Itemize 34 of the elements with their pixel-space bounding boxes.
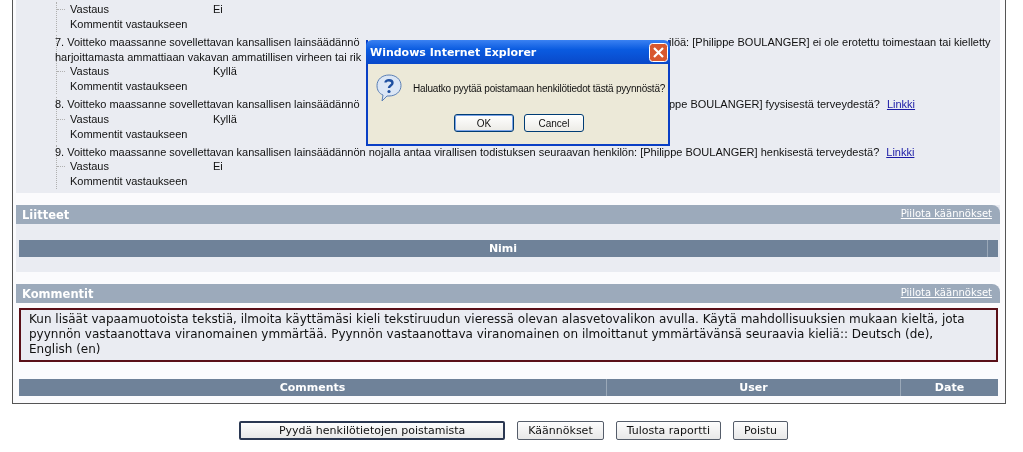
- column-header[interactable]: User: [607, 379, 901, 396]
- question-text: ppe BOULANGER] fyysisestä terveydestä?: [669, 97, 880, 112]
- column-header[interactable]: Comments: [19, 379, 607, 396]
- question-text: ilöä: [Philippe BOULANGER] ei ole erotettu toimestaan tai kielletty: [669, 35, 991, 50]
- action-button[interactable]: Poistu: [733, 421, 789, 440]
- dialog-message: Haluatko pyytää poistamaan henkilötiedot tästä pyynnöstä?: [413, 82, 666, 94]
- answer-label: Vastaus: [70, 111, 110, 127]
- question-text: 7. Voitteko maassanne sovellettavan kansallisen lainsäädännö: [55, 36, 360, 48]
- question-icon: [376, 74, 402, 102]
- comment-label: Kommentit vastaukseen: [70, 126, 188, 142]
- answer-value: Ei: [213, 159, 223, 174]
- question-link[interactable]: Linkki: [886, 97, 916, 112]
- comment-label: Kommentit vastaukseen: [70, 174, 188, 189]
- answer-label: Vastaus: [70, 2, 110, 17]
- answer-value: Kyllä: [213, 111, 237, 127]
- question-text: 9. Voitteko maassanne sovellettavan kansallisen lainsäädännön nojalla antaa virallisen todistuksen seuraavan henkilön: [Philippe BOULANGER] henkisestä terveydestä?: [55, 144, 880, 159]
- comment-label: Kommentit vastaukseen: [70, 17, 188, 32]
- question-link[interactable]: Linkki: [886, 144, 915, 159]
- action-button[interactable]: Tulosta raportti: [615, 421, 721, 440]
- action-button[interactable]: Pyydä henkilötietojen poistamista: [238, 421, 506, 440]
- dialog-button[interactable]: OK: [454, 114, 514, 132]
- dialog-title: Windows Internet Explorer: [370, 45, 537, 59]
- comment-label: Kommentit vastaukseen: [70, 79, 188, 94]
- answer-value: Ei: [213, 2, 223, 17]
- answer-value: Kyllä: [213, 64, 237, 79]
- action-button[interactable]: Käännökset: [517, 421, 604, 440]
- answer-label: Vastaus: [70, 64, 110, 79]
- close-icon[interactable]: [649, 42, 668, 62]
- answer-label: Vastaus: [70, 159, 110, 174]
- question-text: 8. Voitteko maassanne sovellettavan kansallisen lainsäädännö: [55, 98, 360, 110]
- language-notice: Kun lisäät vapaamuotoista tekstiä, ilmoita käyttämäsi kieli tekstiruudun vieressä olevan alasvetovalikon avulla. Käytä mahdollisuuksien mukaan kieltä, jota pyynnön vastaanottava viranomainen ymmärtää. Pyynnön vastaanottava viranomainen on ilmoittanut ymmärtävänsä seuraavia kieliä:: Deutsch (de), English (en): [19, 308, 998, 362]
- question-text: harjoittamasta ammattiaan vakavan ammatillisen virheen tai rik: [55, 50, 362, 63]
- dialog-button[interactable]: Cancel: [524, 114, 584, 132]
- column-header[interactable]: Date: [901, 379, 998, 396]
